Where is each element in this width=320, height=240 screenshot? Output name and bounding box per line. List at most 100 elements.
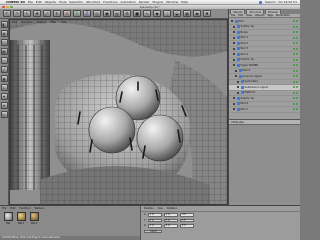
expand-icon[interactable] — [237, 80, 239, 83]
render-settings-icon[interactable]: ⚙ — [123, 10, 131, 17]
camera-icon[interactable]: ◉ — [193, 10, 201, 17]
spotlight-label[interactable]: Search — [265, 0, 275, 4]
rotation-h-field[interactable]: H 0° — [179, 213, 194, 217]
material-swatch[interactable] — [30, 212, 39, 221]
mat-menu-file[interactable]: File — [2, 207, 6, 210]
z-axis-lock-icon[interactable]: Z — [83, 10, 91, 17]
polygons-mode-icon[interactable]: ▲ — [0, 75, 8, 82]
visibility-flags[interactable] — [293, 69, 298, 72]
expand-icon[interactable] — [231, 20, 233, 23]
visibility-flags[interactable] — [293, 102, 298, 105]
app-menu[interactable]: CINEMA 4D — [6, 0, 25, 4]
om-menu-file[interactable]: File — [231, 14, 235, 17]
hypernurbs-icon[interactable]: ◆ — [153, 10, 161, 17]
redo-icon[interactable]: ↷ — [13, 10, 21, 17]
rotation-b-field[interactable]: B 0° — [179, 224, 194, 228]
rotation-p-field[interactable]: P 0° — [179, 218, 194, 222]
menu-functions[interactable]: Functions — [103, 0, 117, 4]
x-axis-lock-icon[interactable]: ✕ — [63, 10, 71, 17]
viewport-menu-display[interactable]: Display — [37, 21, 47, 24]
expand-icon[interactable] — [235, 75, 237, 78]
viewport-menu-cameras[interactable]: Cameras — [21, 21, 33, 24]
visibility-flags[interactable] — [293, 75, 298, 78]
menu-window[interactable]: Window — [166, 0, 178, 4]
menu-objects[interactable]: Objects — [45, 0, 56, 4]
menu-edit[interactable]: Edit — [36, 0, 42, 4]
position-z-field[interactable]: 0 m — [147, 224, 162, 228]
y-axis-lock-icon[interactable]: Y — [73, 10, 81, 17]
expand-icon[interactable] — [233, 53, 235, 56]
apply-button[interactable]: Apply — [144, 229, 162, 233]
visibility-flags[interactable] — [293, 25, 298, 28]
array-icon[interactable]: ⋮ — [163, 10, 171, 17]
mat-menu-edit[interactable]: Edit — [10, 207, 15, 210]
render-picture-viewer-icon[interactable]: ▤ — [113, 10, 121, 17]
menu-file[interactable]: File — [28, 0, 33, 4]
om-menu-objects[interactable]: Objects — [255, 14, 264, 17]
scene-object-icon[interactable]: ▦ — [183, 10, 191, 17]
menu-render[interactable]: Render — [139, 0, 150, 4]
visibility-flags[interactable] — [293, 91, 298, 94]
menu-tools[interactable]: Tools — [59, 0, 66, 4]
om-menu-view[interactable]: View — [246, 14, 252, 17]
expand-icon[interactable] — [233, 42, 235, 45]
visibility-flags[interactable] — [293, 42, 298, 45]
viewport-menu-view[interactable]: View — [61, 21, 67, 24]
live-select-icon[interactable]: ↖ — [23, 10, 31, 17]
size-x-field[interactable]: 0 m — [163, 213, 178, 217]
position-y-field[interactable]: 0 m — [147, 218, 162, 222]
visibility-flags[interactable] — [293, 108, 298, 111]
expand-icon[interactable] — [233, 64, 235, 67]
scale-tool-icon[interactable]: ⤢ — [43, 10, 51, 17]
snap-icon[interactable]: ⌖ — [0, 102, 8, 109]
visibility-flags[interactable] — [293, 36, 298, 39]
menu-help[interactable]: Help — [181, 0, 188, 4]
size-y-field[interactable]: 0 m — [163, 218, 178, 222]
spotlight-icon[interactable] — [259, 0, 263, 4]
expand-icon[interactable] — [233, 58, 235, 61]
om-menu-bookmarks[interactable]: Bookmarks — [276, 14, 290, 17]
visibility-flags[interactable] — [293, 64, 298, 67]
expand-icon[interactable] — [233, 31, 235, 34]
expand-icon[interactable] — [233, 25, 235, 28]
menu-selection[interactable]: Selection — [69, 0, 83, 4]
viewport-menu-filter[interactable]: Filter — [50, 21, 56, 24]
expand-icon[interactable] — [235, 69, 237, 72]
undo-icon[interactable]: ↶ — [3, 10, 11, 17]
make-editable-icon[interactable]: ◧ — [0, 21, 8, 28]
deformer-icon[interactable]: ◒ — [173, 10, 181, 17]
menu-animation[interactable]: Animation — [121, 0, 136, 4]
expand-icon[interactable] — [233, 36, 235, 39]
mat-menu-texture[interactable]: Texture — [34, 207, 44, 210]
expand-icon[interactable] — [237, 86, 239, 89]
expand-icon[interactable] — [233, 102, 235, 105]
mat-menu-function[interactable]: Function — [19, 207, 30, 210]
animation-mode-icon[interactable]: ▷ — [0, 111, 8, 118]
list-item[interactable]: Null 7 — [229, 107, 300, 113]
bezier-nurbs-icon[interactable]: ∿ — [143, 10, 151, 17]
position-x-field[interactable]: 0 m — [147, 213, 162, 217]
points-mode-icon[interactable]: · — [0, 57, 8, 64]
cube-primitive-icon[interactable]: ■ — [133, 10, 141, 17]
axis-mode-icon[interactable]: ⊥ — [0, 84, 8, 91]
material-swatch[interactable] — [4, 212, 13, 221]
3d-viewport[interactable]: Edit Cameras Display Filter View — [9, 19, 228, 205]
render-view-icon[interactable]: ▣ — [103, 10, 111, 17]
om-menu-tags[interactable]: Tags — [267, 14, 273, 17]
visibility-flags[interactable] — [293, 20, 298, 23]
visibility-flags[interactable] — [293, 86, 298, 89]
texture-mode-icon[interactable]: ▩ — [0, 48, 8, 55]
edges-mode-icon[interactable]: ╱ — [0, 66, 8, 73]
visibility-flags[interactable] — [293, 97, 298, 100]
size-z-field[interactable]: 0 m — [163, 224, 178, 228]
light-icon[interactable]: ✹ — [203, 10, 211, 17]
rotate-tool-icon[interactable]: ↻ — [53, 10, 61, 17]
menu-structure[interactable]: Structure — [86, 0, 100, 4]
expand-icon[interactable] — [233, 47, 235, 50]
move-tool-icon[interactable]: ✥ — [33, 10, 41, 17]
model-mode-icon[interactable]: ◈ — [0, 30, 8, 37]
om-menu-edit[interactable]: Edit — [238, 14, 243, 17]
viewport-menu-edit[interactable]: Edit — [12, 21, 17, 24]
visibility-flags[interactable] — [293, 53, 298, 56]
visibility-flags[interactable] — [293, 80, 298, 83]
